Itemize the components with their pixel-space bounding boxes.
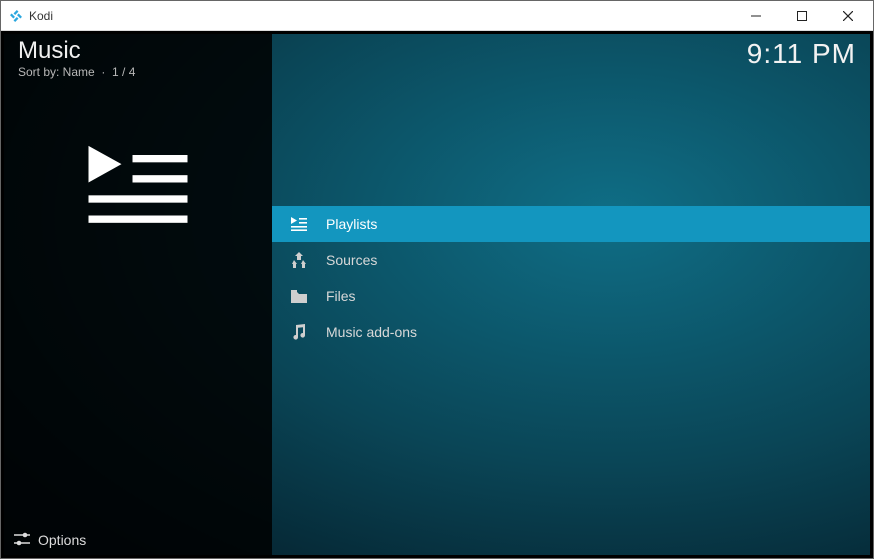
sort-label[interactable]: Sort by: Name bbox=[18, 65, 95, 79]
options-label: Options bbox=[38, 532, 86, 548]
close-button[interactable] bbox=[825, 1, 871, 31]
list-item-label: Music add-ons bbox=[326, 324, 417, 340]
list-item-music-addons[interactable]: Music add-ons bbox=[272, 314, 870, 350]
music-note-icon bbox=[290, 324, 308, 340]
titlebar: Kodi bbox=[1, 1, 873, 31]
main-list: Playlists Sources bbox=[272, 34, 870, 555]
options-button[interactable]: Options bbox=[4, 525, 272, 555]
playlist-icon bbox=[290, 217, 308, 231]
kodi-window: Kodi Music Sort by: Name · 1 / 4 bbox=[0, 0, 874, 559]
minimize-button[interactable] bbox=[733, 1, 779, 31]
sort-and-position: Sort by: Name · 1 / 4 bbox=[18, 65, 135, 79]
options-icon bbox=[14, 532, 30, 549]
kodi-logo-icon bbox=[9, 9, 23, 23]
section-title: Music bbox=[18, 38, 135, 64]
sidebar: Options bbox=[4, 34, 272, 555]
list-item-label: Sources bbox=[326, 252, 377, 268]
folder-icon bbox=[290, 290, 308, 303]
list-item-label: Playlists bbox=[326, 216, 377, 232]
list-item-playlists[interactable]: Playlists bbox=[272, 206, 870, 242]
sources-icon bbox=[290, 252, 308, 268]
category-playlist-icon bbox=[83, 138, 193, 238]
separator-dot: · bbox=[98, 65, 112, 79]
clock: 9:11 PM bbox=[747, 38, 856, 70]
list-position: 1 / 4 bbox=[112, 65, 135, 79]
list-item-files[interactable]: Files bbox=[272, 278, 870, 314]
list-item-label: Files bbox=[326, 288, 356, 304]
app-body: Music Sort by: Name · 1 / 4 9:11 PM bbox=[1, 31, 873, 558]
app-title: Kodi bbox=[29, 9, 53, 23]
list-item-sources[interactable]: Sources bbox=[272, 242, 870, 278]
maximize-button[interactable] bbox=[779, 1, 825, 31]
